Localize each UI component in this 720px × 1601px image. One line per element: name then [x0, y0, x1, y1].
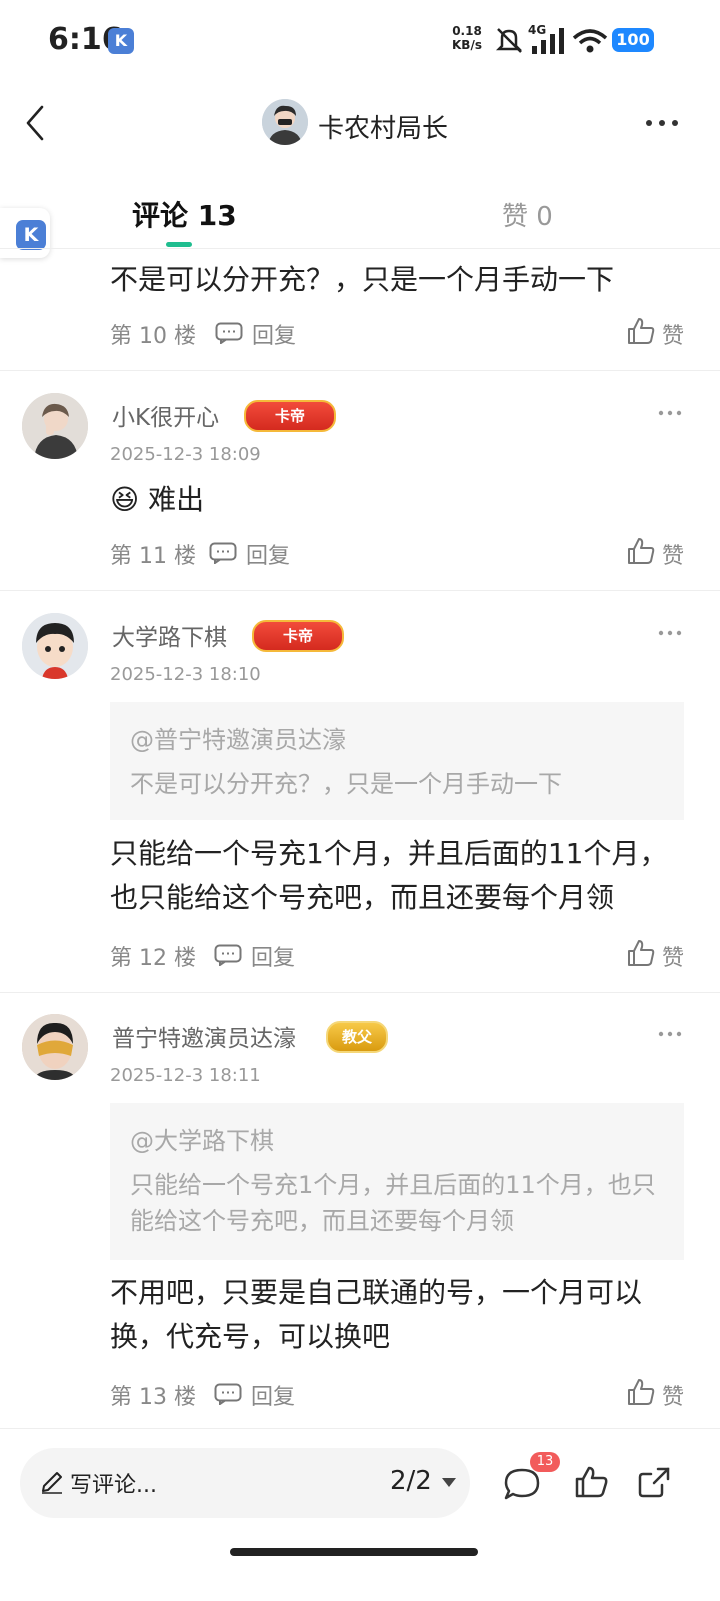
- header-avatar[interactable]: [262, 99, 308, 145]
- reply-button[interactable]: 回复: [251, 1379, 295, 1411]
- reply-icon[interactable]: [214, 1383, 242, 1405]
- reply-icon[interactable]: [215, 322, 243, 344]
- reply-icon[interactable]: [214, 944, 242, 966]
- comment-body: 不用吧，只要是自己联通的号，一个月可以换，代充号，可以换吧: [110, 1276, 643, 1353]
- comment-date: 2025-12-3 18:09: [110, 444, 261, 465]
- comment-count-badge: 13: [530, 1452, 560, 1472]
- signal-icon: [532, 28, 564, 54]
- emoji: 😆: [110, 483, 140, 516]
- more-icon[interactable]: [658, 1029, 682, 1039]
- page-title: 卡农村局长: [318, 114, 449, 144]
- page-indicator[interactable]: 2/2: [390, 1466, 432, 1496]
- divider: [0, 248, 720, 249]
- quoted-comment[interactable]: @普宁特邀演员达濠 不是可以分开充？，只是一个月手动一下: [110, 702, 684, 820]
- reply-button[interactable]: 回复: [252, 318, 296, 350]
- like-icon[interactable]: [626, 316, 656, 346]
- quote-text: 不是可以分开充？，只是一个月手动一下: [130, 770, 562, 798]
- back-icon[interactable]: [18, 103, 58, 143]
- username[interactable]: 大学路下棋: [112, 618, 227, 652]
- reply-button[interactable]: 回复: [246, 538, 290, 570]
- dropdown-icon[interactable]: [441, 1476, 457, 1488]
- like-icon[interactable]: [626, 938, 656, 968]
- like-button[interactable]: 赞: [662, 538, 684, 570]
- comment-date: 2025-12-3 18:11: [110, 1065, 261, 1086]
- more-icon[interactable]: [644, 110, 684, 136]
- like-icon[interactable]: [626, 1377, 656, 1407]
- more-icon[interactable]: [658, 628, 682, 638]
- tab-likes[interactable]: 赞 0: [502, 196, 553, 233]
- quote-username: @普宁特邀演员达濠: [130, 726, 346, 754]
- comment-text: 难出: [148, 483, 205, 516]
- like-button[interactable]: 赞: [662, 940, 684, 972]
- battery-indicator: 100: [612, 28, 654, 52]
- comment-body: 不是可以分开充？，只是一个月手动一下: [110, 263, 615, 296]
- quote-text: 只能给一个号充1个月，并且后面的11个月，也只能给这个号充吧，而且还要每个月领: [130, 1171, 656, 1235]
- app-notification-icon: K: [108, 28, 134, 54]
- avatar[interactable]: [22, 613, 88, 679]
- write-comment-placeholder[interactable]: 写评论...: [70, 1467, 157, 1499]
- divider: [0, 590, 720, 591]
- thumb-icon[interactable]: [574, 1465, 608, 1499]
- user-badge: 卡帝: [244, 400, 336, 432]
- pencil-icon: [42, 1472, 62, 1494]
- floor-number: 第 10 楼: [110, 324, 196, 349]
- active-tab-indicator: [166, 242, 192, 247]
- floor-number: 第 13 楼: [110, 1385, 196, 1410]
- tab-comments[interactable]: 评论 13: [132, 194, 237, 234]
- comment-date: 2025-12-3 18:10: [110, 664, 261, 685]
- comment-item: 普宁特邀演员达濠 教父 2025-12-3 18:11 @大学路下棋 只能给一个…: [0, 993, 720, 1428]
- comment-item: 大学路下棋 卡帝 2025-12-3 18:10 @普宁特邀演员达濠 不是可以分…: [0, 592, 720, 993]
- comment-item: 小K很开心 卡帝 2025-12-3 18:09 😆 难出 第 11 楼 回复 …: [0, 372, 720, 591]
- divider: [0, 370, 720, 371]
- mute-icon: [495, 28, 523, 53]
- username[interactable]: 普宁特邀演员达濠: [112, 1019, 296, 1053]
- wifi-icon: [572, 29, 608, 53]
- comment-body: 只能给一个号充1个月，并且后面的11个月，也只能给这个号充吧，而且还要每个月领: [110, 837, 668, 914]
- quote-username: @大学路下棋: [130, 1127, 274, 1155]
- share-icon[interactable]: [636, 1465, 672, 1499]
- username[interactable]: 小K很开心: [112, 398, 219, 432]
- floor-number: 第 11 楼: [110, 544, 196, 569]
- status-bar: 6:16 K 0.18 KB/s 4G 100: [0, 0, 720, 80]
- user-badge: 教父: [326, 1021, 388, 1053]
- like-button[interactable]: 赞: [662, 1379, 684, 1411]
- home-indicator[interactable]: [230, 1548, 478, 1556]
- like-button[interactable]: 赞: [662, 318, 684, 350]
- quoted-comment[interactable]: @大学路下棋 只能给一个号充1个月，并且后面的11个月，也只能给这个号充吧，而且…: [110, 1103, 684, 1260]
- avatar[interactable]: [22, 393, 88, 459]
- comment-item: 不是可以分开充？，只是一个月手动一下 第 10 楼 回复 赞: [0, 250, 720, 371]
- more-icon[interactable]: [658, 408, 682, 418]
- network-speed: 0.18 KB/s: [452, 24, 482, 52]
- floor-number: 第 12 楼: [110, 946, 196, 971]
- user-badge: 卡帝: [252, 620, 344, 652]
- like-icon[interactable]: [626, 536, 656, 566]
- comment-body: 😆 难出: [110, 478, 695, 522]
- reply-icon[interactable]: [209, 542, 237, 564]
- app-logo-icon: K: [16, 220, 46, 250]
- reply-button[interactable]: 回复: [251, 940, 295, 972]
- avatar[interactable]: [22, 1014, 88, 1080]
